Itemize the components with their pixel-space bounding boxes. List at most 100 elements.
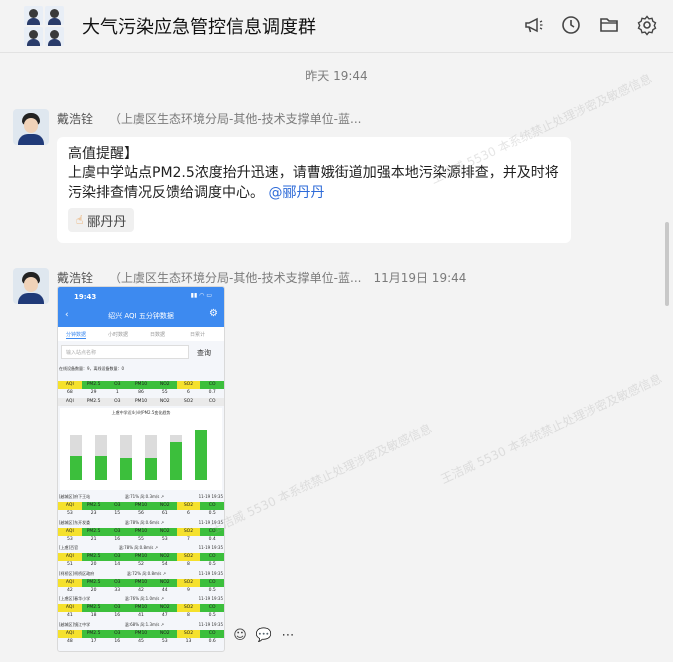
phone-tab: 日累计 xyxy=(190,332,206,338)
table-cell: 18 xyxy=(90,613,97,618)
station-weather: 温:68% 风:1.3m/s ↗ xyxy=(124,621,164,627)
table-header-row: AQI PM2.5 O3 PM10 NO2 SO2 CO xyxy=(58,398,224,406)
table-header-cell: SO2 xyxy=(176,604,201,612)
table-header-cell: AQI xyxy=(58,381,82,389)
folder-icon[interactable] xyxy=(598,14,620,36)
table-cell: 55 xyxy=(161,390,168,395)
table-header-cell: SO2 xyxy=(176,527,201,536)
table-header-cell: CO xyxy=(200,578,224,587)
table-header-cell: PM10 xyxy=(129,578,153,587)
comment-icon[interactable]: 💬 xyxy=(253,624,275,646)
table-cell: 13 xyxy=(185,638,192,644)
table-header-cell: AQI xyxy=(65,399,74,404)
chart-title: 上虞中学近4小时PM2.5变化趋势 xyxy=(111,410,171,415)
mention-link[interactable]: @郦丹丹 xyxy=(268,185,324,201)
pm25-trend-chart: 上虞中学近4小时PM2.5变化趋势 xyxy=(60,408,222,490)
table-row: 48 17 16 45 53 13 0.6 xyxy=(58,638,224,646)
sender-org: （上虞区生态环境分局-其他-技术支撑单位-蓝... xyxy=(109,271,362,285)
table-cell: 8 xyxy=(187,562,190,567)
message-bubble[interactable]: 高值提醒】 上虞中学站点PM2.5浓度抬升迅速，请曹娥街道加强本地污染源排查，并… xyxy=(57,137,571,243)
table-header-cell: NO2 xyxy=(152,629,177,638)
table-cell: 48 xyxy=(66,638,73,644)
table-cell: 45 xyxy=(138,638,144,644)
message-actions: ☺ 💬 ⋯ xyxy=(229,624,299,646)
table-header-row: AQI PM2.5 O3 PM10 NO2 SO2 CO xyxy=(58,629,224,638)
station-name: [越城区]府下王站 xyxy=(59,494,91,499)
table-header-cell: CO xyxy=(200,604,224,612)
station-name: [上虞区]春华小学 xyxy=(59,596,91,601)
sender-avatar[interactable] xyxy=(13,109,49,145)
table-header-cell: PM2.5 xyxy=(81,629,106,638)
station-name-row: [越城区]镜江中学 温:68% 风:1.3m/s ↗ 11-19 19:35 xyxy=(59,622,223,628)
chart-bar xyxy=(70,456,82,480)
device-count: 在线设备数量：9，离线设备数量：0 xyxy=(59,366,125,371)
table-cell: 9 xyxy=(187,587,190,593)
avatar-tile xyxy=(24,27,43,46)
table-cell: 68 xyxy=(66,390,73,395)
sender-name[interactable]: 戴浩铨 xyxy=(57,271,93,285)
table-row: 42 20 33 42 44 9 0.5 xyxy=(58,587,224,595)
table-header-cell: AQI xyxy=(58,604,82,612)
group-avatar[interactable] xyxy=(24,6,64,46)
table-row: 41 18 16 41 47 8 0.5 xyxy=(58,612,224,620)
phone-tab: 小时数据 xyxy=(108,332,129,338)
station-weather: 温:76% 风:1.0m/s ↗ xyxy=(124,596,164,601)
table-header-cell: CO xyxy=(208,399,216,404)
megaphone-icon[interactable] xyxy=(522,14,544,36)
watermark: 王洁威 5530 本系统禁止处理涉密及敏感信息 xyxy=(208,421,434,537)
sender-avatar[interactable] xyxy=(13,268,49,304)
clock-icon[interactable] xyxy=(560,14,582,36)
table-row: 53 23 15 56 61 6 0.5 xyxy=(58,510,224,518)
station-name: [上虞]百官 xyxy=(59,545,79,550)
table-cell: 6 xyxy=(187,511,190,516)
watermark: 王洁威 5530 本系统禁止处理涉密及敏感信息 xyxy=(438,371,664,487)
station-name-row: [越城区]东开发委 温:78% 风:0.6m/s ↗ 11-19 19:35 xyxy=(59,520,223,526)
table-header-cell: CO xyxy=(200,502,224,510)
table-header-cell: O3 xyxy=(105,604,130,612)
table-header-cell: PM10 xyxy=(134,399,148,404)
table-cell: 41 xyxy=(138,613,144,618)
avatar-tile xyxy=(24,6,43,25)
table-header-cell: PM2.5 xyxy=(81,578,106,587)
table-header-cell: NO2 xyxy=(152,502,177,510)
table-cell: 42 xyxy=(66,587,73,593)
station-name-row: [上虞区]春华小学 温:76% 风:1.0m/s ↗ 11-19 19:35 xyxy=(59,596,223,602)
table-header-cell: PM10 xyxy=(129,629,153,638)
table-header-cell: CO xyxy=(200,553,224,561)
table-header-cell: O3 xyxy=(105,381,130,389)
station-date: 11-19 19:35 xyxy=(198,621,223,627)
reaction-chip[interactable]: ☝ 郦丹丹 xyxy=(68,208,135,232)
table-row: 53 21 16 55 53 7 0.4 xyxy=(58,536,224,544)
avatar-tile xyxy=(45,6,64,25)
station-date: 11-19 19:35 xyxy=(198,545,223,550)
image-attachment[interactable]: 19:43 ▮▮ ◠ ▭ ‹ 绍兴 AQI 五分钟数据 ⚙ 分钟数据 小时数据 … xyxy=(57,286,225,652)
phone-tab: 日数据 xyxy=(150,332,166,338)
scrollbar[interactable] xyxy=(665,222,669,306)
table-header-row: AQI PM2.5 O3 PM10 NO2 SO2 CO xyxy=(58,553,224,561)
station-name: [越城区]镜江中学 xyxy=(59,621,91,627)
table-cell: 42 xyxy=(138,587,144,593)
table-header-cell: CO xyxy=(200,629,224,638)
table-cell: 16 xyxy=(114,638,121,644)
table-cell: 53 xyxy=(66,511,73,516)
phone-tabs: 分钟数据 小时数据 日数据 日累计 xyxy=(58,327,224,341)
station-name-row: [上虞]百官 温:78% 风:0.8m/s ↗ 11-19 19:35 xyxy=(59,545,223,551)
table-cell: 54 xyxy=(161,562,168,567)
emoji-icon[interactable]: ☺ xyxy=(229,624,251,646)
table-header-cell: PM2.5 xyxy=(86,399,101,404)
table-cell: 56 xyxy=(138,511,144,516)
table-header-row: AQI PM2.5 O3 PM10 NO2 SO2 CO xyxy=(58,604,224,612)
table-cell: 0.6 xyxy=(208,638,216,644)
sender-name[interactable]: 戴浩铨 xyxy=(57,112,93,126)
table-cell: 1 xyxy=(115,390,119,395)
phone-search-button: 查询 xyxy=(197,349,211,357)
table-cell: 55 xyxy=(138,536,144,542)
phone-screen-title: 绍兴 AQI 五分钟数据 xyxy=(108,312,174,320)
settings-gear-icon[interactable] xyxy=(636,14,658,36)
table-cell: 44 xyxy=(161,587,168,593)
table-cell: 0.5 xyxy=(208,562,216,567)
more-icon[interactable]: ⋯ xyxy=(277,624,299,646)
table-cell: 8 xyxy=(187,613,190,618)
table-cell: 53 xyxy=(161,638,168,644)
table-header-cell: AQI xyxy=(58,578,82,587)
